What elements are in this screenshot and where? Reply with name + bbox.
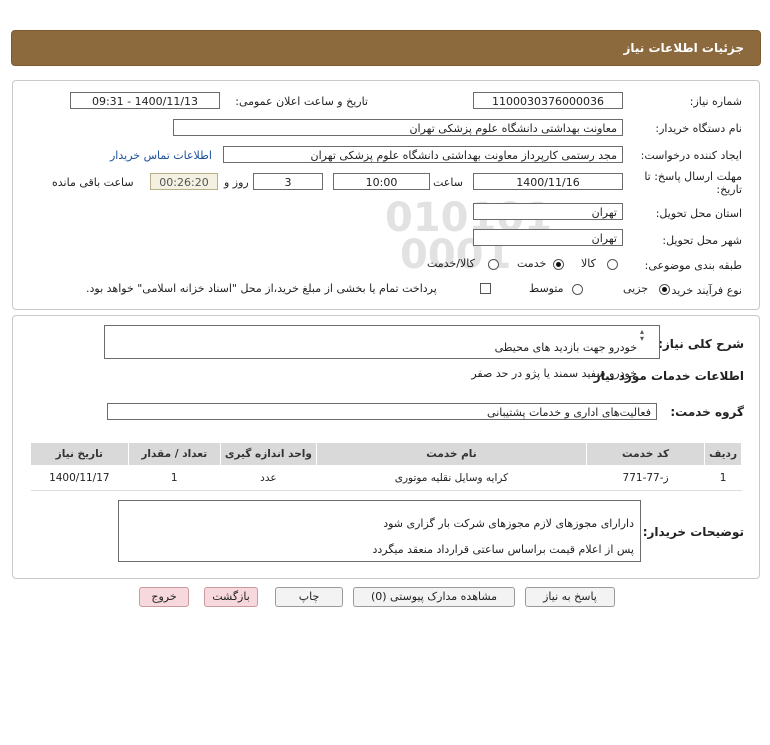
print-button[interactable]: چاپ	[275, 587, 343, 607]
summary-line-1: خودرو جهت بازدید های محیطی	[494, 341, 637, 354]
buyer-org-label: نام دستگاه خریدار:	[655, 122, 742, 135]
process-option-minor: جزیی	[623, 282, 649, 295]
col-code: کد خدمت	[585, 442, 706, 466]
city-label: شهر محل تحویل:	[662, 234, 742, 247]
summary-label: شرح کلی نیاز:	[658, 337, 744, 351]
buyer-notes-label: توضیحات خریدار:	[642, 525, 744, 539]
summary-textbox: خودرو جهت بازدید های محیطی خودرو سفید سم…	[104, 325, 660, 380]
need-number-field: 1100030376000036	[473, 92, 623, 109]
deadline-time-field: 10:00	[333, 173, 430, 190]
exit-button[interactable]: خروج	[139, 587, 189, 607]
service-group-field: فعالیت‌های اداری و خدمات پشتیبانی	[107, 403, 657, 420]
category-radio-service[interactable]	[553, 259, 564, 270]
treasury-payment-checkbox[interactable]	[480, 283, 491, 294]
deadline-label: مهلت ارسال پاسخ: تا	[644, 170, 742, 183]
city-field: تهران	[473, 229, 623, 246]
remaining-time-label: ساعت باقی مانده	[52, 176, 134, 189]
creator-field: مجد رستمی کارپرداز معاونت بهداشتی دانشگا…	[223, 146, 623, 163]
days-field: 3	[253, 173, 323, 190]
cell-date: 1400/11/17	[30, 465, 129, 491]
page-title: جزئیات اطلاعات نیاز	[623, 41, 744, 55]
announce-date-field: 1400/11/13 - 09:31	[70, 92, 220, 109]
remaining-time-field: 00:26:20	[150, 173, 218, 190]
buyer-notes-textbox: دارارای مجوزهای لازم مجوزهای شرکت بار گز…	[118, 500, 641, 562]
process-label: نوع فرآیند خرید :	[664, 284, 742, 297]
process-radio-medium[interactable]	[572, 284, 583, 295]
process-option-medium: متوسط	[529, 282, 564, 295]
deadline-date-field: 1400/11/16	[473, 173, 623, 190]
process-radio-minor[interactable]	[659, 284, 670, 295]
deadline-time-label: ساعت	[433, 176, 463, 189]
cell-qty: 1	[128, 465, 221, 491]
col-date: تاریخ نیاز	[30, 442, 129, 466]
services-table-header: ردیف کد خدمت نام خدمت واحد اندازه گیری ت…	[30, 442, 742, 466]
category-label: طبقه بندی موضوعی:	[644, 259, 742, 272]
cell-row: 1	[704, 465, 742, 491]
services-table: ردیف کد خدمت نام خدمت واحد اندازه گیری ت…	[30, 442, 742, 491]
buyer-org-field: معاونت بهداشتی دانشگاه علوم پزشکی تهران	[173, 119, 623, 136]
cell-unit: عدد	[220, 465, 317, 491]
summary-line-2: خودرو سفید سمند یا پژو در حد صفر	[471, 367, 637, 380]
services-section-title: اطلاعات خدمات مورد نیاز	[593, 369, 744, 383]
scroll-arrows-icon[interactable]: ▴ ▾	[640, 328, 644, 343]
page-header: جزئیات اطلاعات نیاز	[11, 30, 761, 66]
buyer-contact-link[interactable]: اطلاعات تماس خریدار	[110, 149, 212, 162]
col-row: ردیف	[704, 442, 742, 466]
buyer-notes-line-2: پس از اعلام قیمت براساس ساعتی قرارداد من…	[372, 543, 634, 556]
buyer-notes-line-1: دارارای مجوزهای لازم مجوزهای شرکت بار گز…	[383, 517, 634, 530]
col-name: نام خدمت	[315, 442, 588, 466]
category-radio-goods-service[interactable]	[488, 259, 499, 270]
cell-name: کرایه وسایل نقلیه موتوری	[316, 465, 587, 491]
announce-date-label: تاریخ و ساعت اعلان عمومی:	[235, 95, 368, 108]
category-option-goods-service: کالا/خدمت	[427, 257, 475, 270]
category-radio-goods[interactable]	[607, 259, 618, 270]
table-row: 1 ز-77-771 کرایه وسایل نقلیه موتوری عدد …	[30, 465, 742, 491]
cell-code: ز-77-771	[586, 465, 705, 491]
treasury-payment-note: پرداخت تمام یا بخشی از مبلغ خرید،از محل …	[86, 282, 437, 295]
need-number-label: شماره نیاز:	[689, 95, 742, 108]
deadline-date-label: تاریخ:	[716, 183, 742, 196]
attachments-button[interactable]: مشاهده مدارک پیوستی (0)	[353, 587, 515, 607]
back-button[interactable]: بازگشت	[204, 587, 258, 607]
creator-label: ایجاد کننده درخواست:	[640, 149, 742, 162]
category-option-goods: کالا	[581, 257, 596, 270]
col-unit: واحد اندازه گیری	[219, 442, 317, 466]
reply-button[interactable]: پاسخ به نیاز	[525, 587, 615, 607]
service-group-label: گروه خدمت:	[670, 405, 744, 419]
category-option-service: خدمت	[517, 257, 547, 270]
col-qty: تعداد / مقدار	[127, 442, 221, 466]
province-field: تهران	[473, 203, 623, 220]
province-label: استان محل تحویل:	[655, 207, 742, 220]
need-info-panel	[12, 80, 760, 310]
days-label: روز و	[224, 176, 249, 189]
